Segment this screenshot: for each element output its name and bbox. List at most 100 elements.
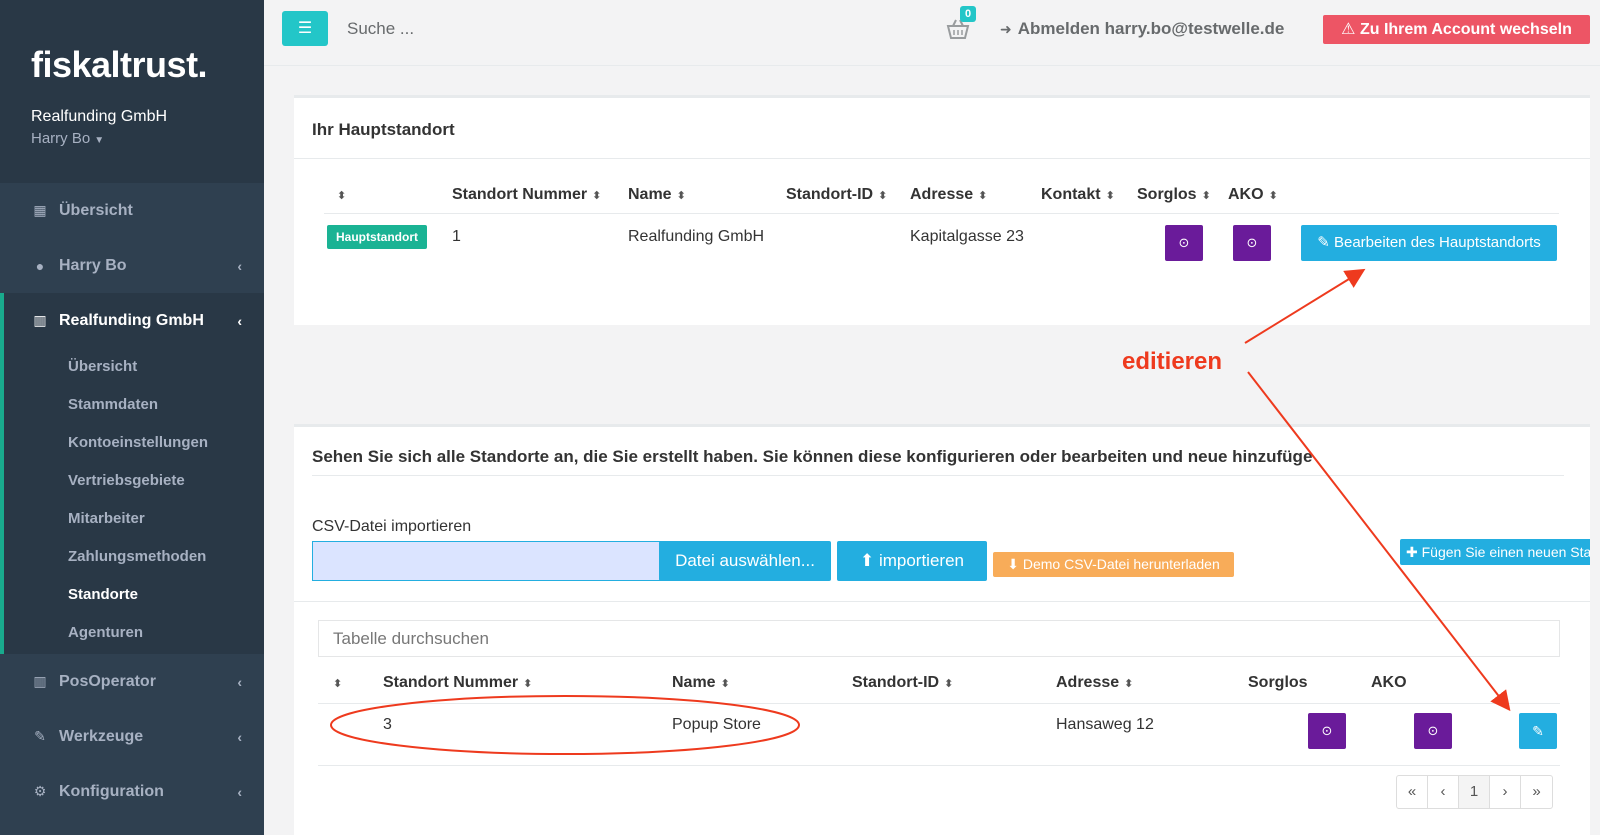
ako-button[interactable]: ⊙ <box>1414 713 1452 749</box>
sidebar: fiskaltrust. Realfunding GmbH Harry Bo ▼ … <box>0 0 264 835</box>
sort-icon: ⬍ <box>1201 190 1211 202</box>
cell-number: 3 <box>383 716 392 733</box>
sub-item-overview[interactable]: Übersicht <box>4 348 264 386</box>
nav-company[interactable]: ▥ Realfunding GmbH ‹ <box>4 293 264 348</box>
sub-item-agencies[interactable]: Agenturen <box>4 614 264 654</box>
page-last[interactable]: » <box>1521 776 1552 808</box>
page-next[interactable]: › <box>1490 776 1521 808</box>
header-location-id[interactable]: Standort-ID ⬍ <box>786 186 887 204</box>
sort-icon: ⬍ <box>676 190 686 202</box>
sub-item-payment-methods[interactable]: Zahlungsmethoden <box>4 538 264 576</box>
header-contact[interactable]: Kontakt ⬍ <box>1041 186 1115 204</box>
add-location-button[interactable]: ✚ Fügen Sie einen neuen Standort hinzu <box>1400 539 1590 565</box>
circle-arrow-icon: ⊙ <box>1321 723 1333 738</box>
csv-label: CSV-Datei importieren <box>312 518 472 535</box>
nav-posoperator[interactable]: ▥ PosOperator ‹ <box>0 654 264 709</box>
page-prev[interactable]: ‹ <box>1428 776 1459 808</box>
page-current[interactable]: 1 <box>1459 776 1490 808</box>
header-address[interactable]: Adresse ⬍ <box>910 186 987 204</box>
sub-item-master-data[interactable]: Stammdaten <box>4 386 264 424</box>
header-label: Adresse <box>1056 674 1120 691</box>
nav-label: Konfiguration <box>59 782 164 800</box>
pencil-icon: ✎ <box>1532 723 1544 739</box>
cogs-icon: ⚙ <box>33 783 47 799</box>
sorglos-button[interactable]: ⊙ <box>1308 713 1346 749</box>
edit-main-location-button[interactable]: ✎ Bearbeiten des Hauptstandorts <box>1301 225 1557 261</box>
header-location-number[interactable]: Standort Nummer ⬍ <box>452 186 601 204</box>
circle-arrow-icon: ⊙ <box>1246 235 1258 250</box>
header-location-id[interactable]: Standort-ID ⬍ <box>852 674 953 692</box>
edit-location-button[interactable]: ✎ <box>1519 713 1557 749</box>
file-path-input[interactable] <box>312 541 661 581</box>
header-label: Standort Nummer <box>452 186 588 203</box>
sub-item-locations[interactable]: Standorte <box>4 576 264 614</box>
header-label: Kontakt <box>1041 186 1101 203</box>
upload-icon: ⬆ <box>859 551 879 570</box>
nav-user[interactable]: ● Harry Bo ‹ <box>0 238 264 293</box>
topbar: ☰ 0 ➜ Abmelden harry.bo@testwelle.de ⚠ Zu… <box>264 0 1600 66</box>
header-sorglos: Sorglos <box>1248 674 1308 691</box>
sort-column[interactable]: ⬍ <box>328 674 342 692</box>
demo-csv-button[interactable]: ⬇ Demo CSV-Datei herunterladen <box>993 552 1234 577</box>
hamburger-icon: ☰ <box>297 20 313 37</box>
sub-item-sales-areas[interactable]: Vertriebsgebiete <box>4 462 264 500</box>
wrench-icon: ✎ <box>34 728 46 744</box>
header-label: Adresse <box>910 186 974 203</box>
sub-item-employees[interactable]: Mitarbeiter <box>4 500 264 538</box>
import-button[interactable]: ⬆ importieren <box>837 541 987 581</box>
search-input[interactable] <box>347 19 747 39</box>
caret-down-icon: ▼ <box>94 135 105 146</box>
switch-account-button[interactable]: ⚠ Zu Ihrem Account wechseln <box>1323 15 1590 44</box>
ako-button[interactable]: ⊙ <box>1233 225 1271 261</box>
cell-name: Popup Store <box>672 716 761 733</box>
menu-toggle-button[interactable]: ☰ <box>282 11 328 46</box>
header-location-number[interactable]: Standort Nummer ⬍ <box>383 674 532 692</box>
choose-file-button[interactable]: Datei auswählen... <box>659 541 831 581</box>
user-icon: ● <box>35 257 45 274</box>
chevron-left-icon: ‹ <box>237 728 242 745</box>
sort-icon: ⬍ <box>333 678 343 690</box>
header-address[interactable]: Adresse ⬍ <box>1056 674 1133 692</box>
circle-arrow-icon: ⊙ <box>1427 723 1439 738</box>
plus-icon: ✚ <box>1406 544 1422 560</box>
header-divider <box>318 703 1560 704</box>
table-search-input[interactable] <box>318 620 1560 657</box>
chevron-left-icon: ‹ <box>237 312 242 329</box>
divider <box>312 475 1564 476</box>
sort-icon: ⬍ <box>337 190 347 202</box>
header-ako[interactable]: AKO ⬍ <box>1228 186 1278 204</box>
sorglos-button[interactable]: ⊙ <box>1165 225 1203 261</box>
download-icon: ⬇ <box>1007 556 1023 572</box>
locations-panel: Sehen Sie sich alle Standorte an, die Si… <box>294 424 1590 835</box>
sort-icon: ⬍ <box>1105 190 1115 202</box>
header-sorglos[interactable]: Sorglos ⬍ <box>1137 186 1211 204</box>
header-name[interactable]: Name ⬍ <box>628 186 686 204</box>
cell-name: Realfunding GmbH <box>628 228 765 245</box>
nav-label: PosOperator <box>59 672 156 690</box>
user-menu[interactable]: Harry Bo ▼ <box>31 130 264 147</box>
company-name: Realfunding GmbH <box>31 108 168 125</box>
header-label: Sorglos <box>1137 186 1197 203</box>
sort-icon: ⬍ <box>878 190 888 202</box>
sub-item-account-settings[interactable]: Kontoeinstellungen <box>4 424 264 462</box>
nav-configuration[interactable]: ⚙ Konfiguration ‹ <box>0 764 264 819</box>
pencil-icon: ✎ <box>1317 234 1334 251</box>
header-name[interactable]: Name ⬍ <box>672 674 730 692</box>
logout-link[interactable]: ➜ Abmelden harry.bo@testwelle.de <box>1000 19 1284 39</box>
nav-overview[interactable]: ▦ Übersicht <box>0 183 264 238</box>
page-first[interactable]: « <box>1397 776 1428 808</box>
header-label: Name <box>628 186 672 203</box>
nav-label: Realfunding GmbH <box>59 311 204 329</box>
row-divider <box>318 765 1560 766</box>
sort-column[interactable]: ⬍ <box>332 186 346 204</box>
sort-icon: ⬍ <box>978 190 988 202</box>
nav-tools[interactable]: ✎ Werkzeuge ‹ <box>0 709 264 764</box>
cart-count-badge: 0 <box>960 6 977 22</box>
header-label: Standort-ID <box>786 186 874 203</box>
sort-icon: ⬍ <box>1124 678 1134 690</box>
nav-label: Werkzeuge <box>59 727 144 745</box>
building-icon: ▥ <box>33 673 47 689</box>
header-label: Name <box>672 674 716 691</box>
chevron-left-icon: ‹ <box>237 783 242 800</box>
cell-number: 1 <box>452 228 461 245</box>
